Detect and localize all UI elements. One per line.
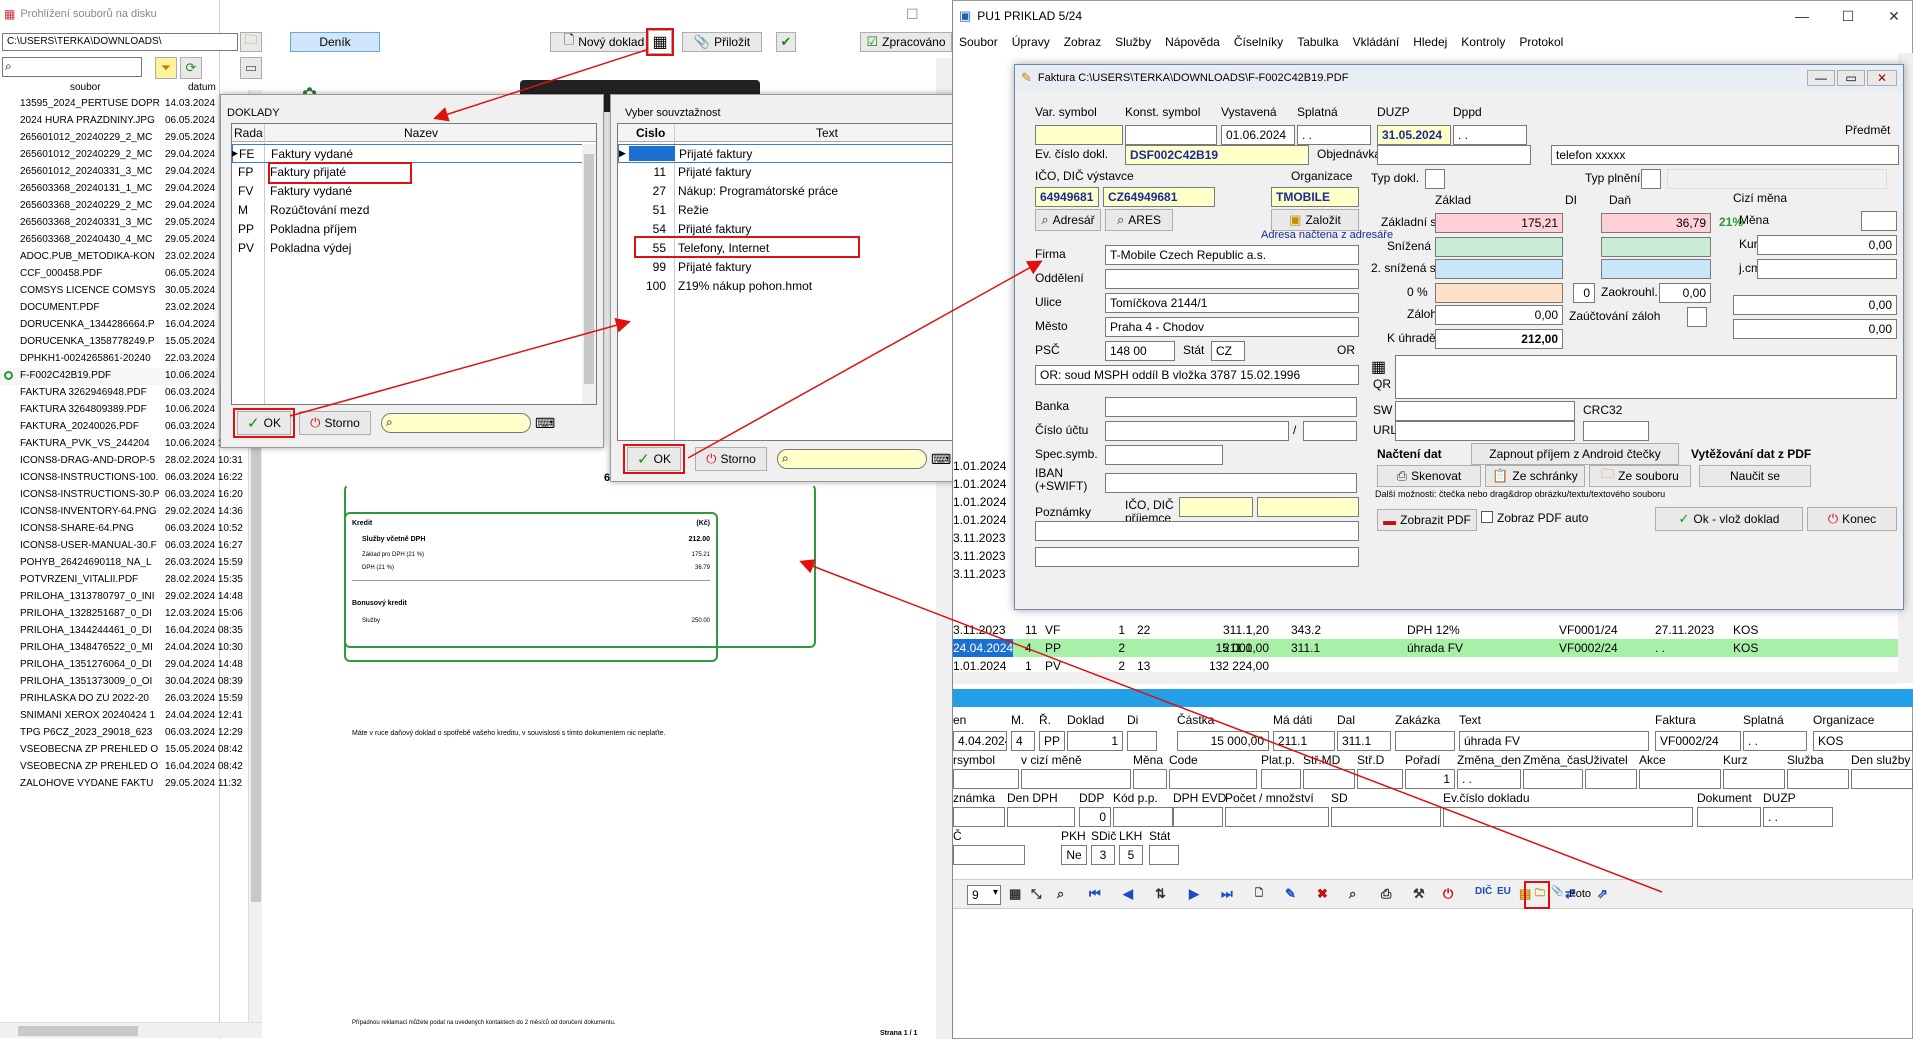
arrow-qr-to-doklady xyxy=(433,49,647,122)
arrow-link-to-pdf xyxy=(799,559,1663,893)
arrow-ok-to-faktura xyxy=(687,260,1043,459)
arrow-ok-to-souvztaznost xyxy=(289,317,631,417)
annotation-arrows xyxy=(289,49,1663,893)
